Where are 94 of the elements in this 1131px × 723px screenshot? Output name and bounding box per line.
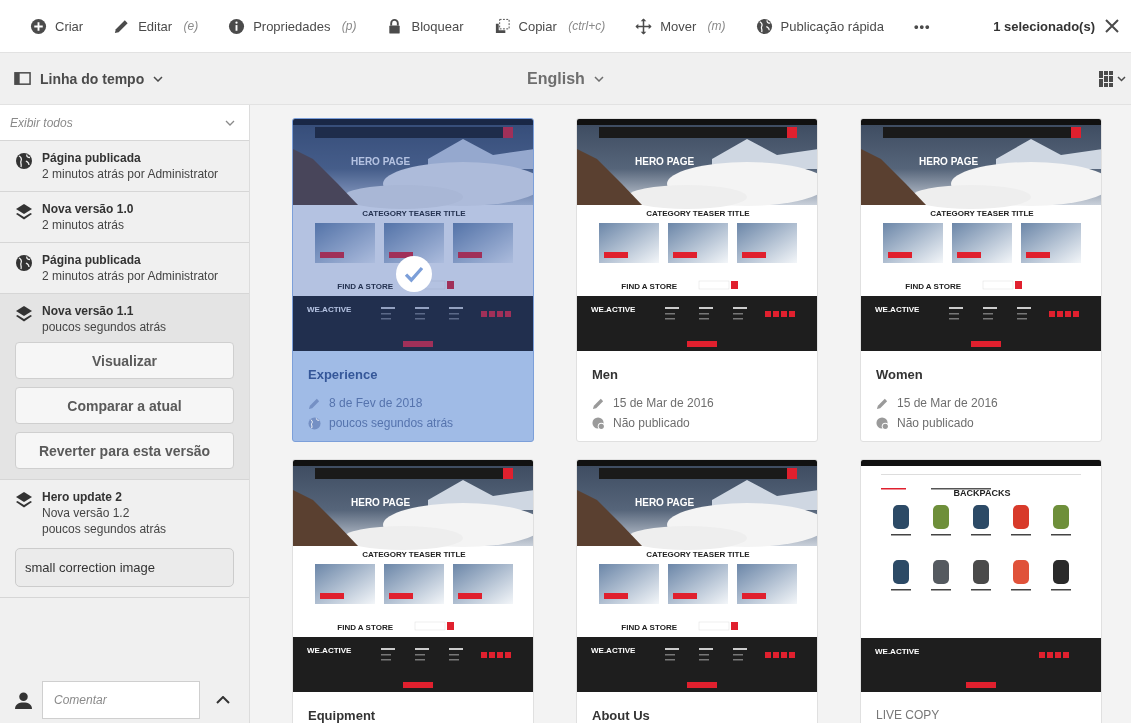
entry-title: Página publicada bbox=[42, 253, 142, 267]
timeline-entry[interactable]: Nova versão 1.0 2 minutos atrás bbox=[0, 192, 249, 243]
footer-brand: WE.ACTIVE bbox=[875, 305, 920, 314]
chevron-down-icon bbox=[153, 75, 164, 82]
pencil-icon bbox=[592, 396, 605, 410]
store-finder-label: FIND A STORE bbox=[621, 282, 677, 291]
hero-heading: HERO PAGE bbox=[919, 156, 979, 167]
modified-date: 8 de Fev de 2018 bbox=[329, 396, 423, 410]
card-title: Equipment bbox=[308, 708, 377, 723]
entry-detail: Nova versão 1.2 bbox=[42, 506, 131, 520]
footer-brand: WE.ACTIVE bbox=[591, 646, 636, 655]
chevron-down-icon bbox=[593, 75, 604, 82]
move-icon bbox=[635, 17, 653, 35]
globe-icon bbox=[15, 152, 33, 170]
filter-dropdown[interactable]: Exibir todos bbox=[0, 105, 249, 141]
toolbar-button[interactable]: Mover (m) bbox=[625, 11, 738, 41]
teaser-title: CATEGORY TEASER TITLE bbox=[646, 550, 750, 559]
card-title: About Us bbox=[592, 708, 651, 723]
close-icon bbox=[1105, 19, 1119, 33]
selection-count: 1 selecionado(s) bbox=[993, 18, 1095, 34]
comment-input[interactable]: Comentar bbox=[42, 681, 200, 719]
footer-brand: WE.ACTIVE bbox=[591, 305, 636, 314]
panel-icon bbox=[14, 70, 31, 87]
timeline-entry[interactable]: Hero update 2 Nova versão 1.2 poucos segundos atrás small correction image bbox=[0, 480, 249, 598]
checkmark-icon bbox=[396, 256, 432, 292]
live-copy-label: LIVE COPY bbox=[876, 708, 941, 722]
version-action-button[interactable]: Visualizar bbox=[15, 342, 234, 379]
pencil-icon bbox=[308, 396, 321, 410]
comment-bubble: small correction image bbox=[15, 548, 234, 587]
store-finder-label: FIND A STORE bbox=[905, 282, 961, 291]
footer-brand: WE.ACTIVE bbox=[307, 305, 352, 314]
pencil-icon bbox=[876, 396, 889, 410]
chevron-down-icon bbox=[225, 119, 235, 126]
copy-icon bbox=[493, 17, 511, 35]
teaser-title: CATEGORY TEASER TITLE bbox=[930, 209, 1034, 218]
toolbar-button[interactable]: Bloquear bbox=[376, 11, 476, 41]
entry-title: Página publicada bbox=[42, 151, 142, 165]
toolbar-button[interactable]: Publicação rápida bbox=[745, 11, 896, 41]
page-card[interactable]: HERO PAGE CATEGORY TEASER TITLE FIND A STORE WE.ACTIVE Experience 8 de Fev de 2018 poucos segundos atrás bbox=[292, 118, 534, 442]
layers-icon bbox=[15, 305, 33, 323]
publication-status: Não publicado bbox=[897, 416, 974, 430]
page-card[interactable]: HERO PAGE CATEGORY TEASER TITLE FIND A STORE WE.ACTIVE Equipment bbox=[292, 459, 534, 723]
toolbar-button[interactable]: Propriedades (p) bbox=[218, 11, 369, 41]
toolbar-button[interactable]: Criar bbox=[20, 11, 96, 41]
store-finder-label: FIND A STORE bbox=[337, 623, 393, 632]
store-finder-label: FIND A STORE bbox=[621, 623, 677, 632]
entry-title: Hero update 2 bbox=[42, 490, 123, 504]
timeline-entry[interactable]: Nova versão 1.1 poucos segundos atrás Visualizar Comparar a atual Reverter para esta versão bbox=[0, 294, 249, 480]
modified-date: 15 de Mar de 2016 bbox=[897, 396, 998, 410]
footer-brand: WE.ACTIVE bbox=[307, 646, 352, 655]
card-title: Experience bbox=[308, 367, 379, 382]
footer-brand: WE.ACTIVE bbox=[875, 647, 920, 656]
toolbar-button[interactable]: Editar (e) bbox=[103, 11, 211, 41]
more-button[interactable]: ••• bbox=[903, 12, 943, 40]
card-view-icon bbox=[1099, 70, 1127, 87]
hero-heading: HERO PAGE bbox=[351, 497, 411, 508]
modified-date: 15 de Mar de 2016 bbox=[613, 396, 714, 410]
card-title: Women bbox=[876, 367, 924, 382]
hero-heading: HERO PAGE bbox=[635, 156, 695, 167]
entry-detail: poucos segundos atrás bbox=[42, 522, 167, 536]
toolbar-button[interactable]: Copiar (ctrl+c) bbox=[483, 11, 618, 41]
card-title: Men bbox=[592, 367, 619, 382]
store-finder-label: FIND A STORE bbox=[337, 282, 393, 291]
layers-icon bbox=[15, 203, 33, 221]
page-card[interactable]: BACKPACKS WE.ACTIVE LIVE COPY bbox=[860, 459, 1102, 723]
version-action-button[interactable]: Comparar a atual bbox=[15, 387, 234, 424]
add-icon bbox=[30, 17, 47, 35]
entry-detail: poucos segundos atrás bbox=[42, 320, 167, 334]
rail-selector-dropdown[interactable]: Linha do tempo bbox=[0, 66, 178, 91]
info-icon bbox=[228, 17, 246, 35]
globe-icon bbox=[15, 254, 33, 272]
publication-status: poucos segundos atrás bbox=[329, 416, 454, 430]
language-dropdown[interactable]: English bbox=[521, 65, 610, 92]
user-icon bbox=[15, 691, 32, 709]
timeline-entry[interactable]: Página publicada 2 minutos atrás por Administrator bbox=[0, 141, 249, 192]
chevron-up-icon bbox=[216, 696, 230, 704]
entry-title: Nova versão 1.1 bbox=[42, 304, 135, 318]
teaser-title: CATEGORY TEASER TITLE bbox=[646, 209, 750, 218]
entry-detail: 2 minutos atrás bbox=[42, 218, 126, 232]
hero-heading: HERO PAGE bbox=[635, 497, 695, 508]
catalog-heading: BACKPACKS bbox=[953, 488, 1011, 498]
entry-detail: 2 minutos atrás por Administrator bbox=[42, 269, 219, 283]
entry-detail: 2 minutos atrás por Administrator bbox=[42, 167, 219, 181]
globe-icon bbox=[755, 17, 773, 35]
publication-status: Não publicado bbox=[613, 416, 690, 430]
page-card[interactable]: HERO PAGE CATEGORY TEASER TITLE FIND A STORE WE.ACTIVE About Us bbox=[576, 459, 818, 723]
version-action-button[interactable]: Reverter para esta versão bbox=[15, 432, 234, 469]
page-card[interactable]: HERO PAGE CATEGORY TEASER TITLE FIND A STORE WE.ACTIVE Women 15 de Mar de 2016 Não publicado bbox=[860, 118, 1102, 442]
page-card[interactable]: HERO PAGE CATEGORY TEASER TITLE FIND A STORE WE.ACTIVE Men 15 de Mar de 2016 Não publicado bbox=[576, 118, 818, 442]
teaser-title: CATEGORY TEASER TITLE bbox=[362, 550, 466, 559]
teaser-title: CATEGORY TEASER TITLE bbox=[362, 209, 466, 218]
entry-title: Nova versão 1.0 bbox=[42, 202, 134, 216]
hero-heading: HERO PAGE bbox=[351, 156, 411, 167]
layers-icon bbox=[15, 491, 33, 509]
